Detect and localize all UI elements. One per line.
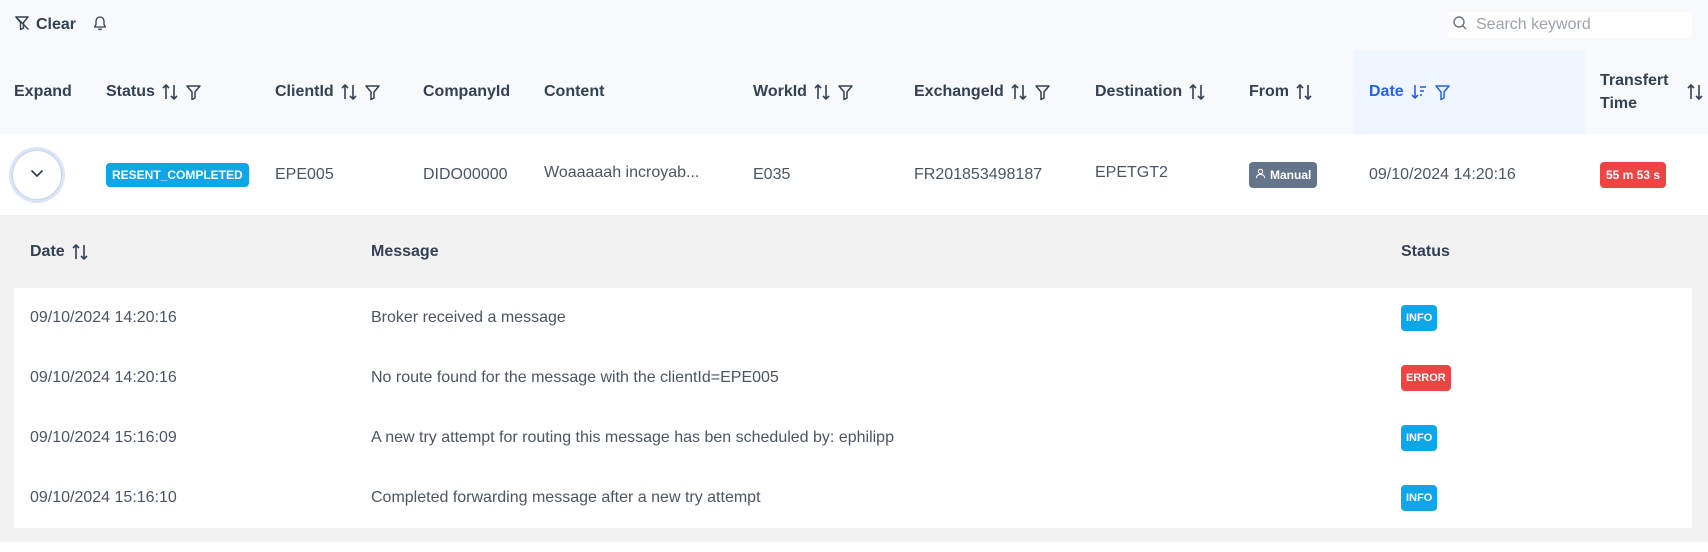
chevron-down-icon	[29, 165, 45, 186]
clear-filters-button[interactable]: Clear	[14, 12, 76, 38]
sort-icon[interactable]	[1686, 83, 1704, 101]
detail-status-badge: INFO	[1401, 305, 1438, 331]
detail-table-header: Date Message Status	[14, 216, 1692, 288]
detail-status: INFO	[1401, 408, 1438, 468]
companyid-cell: DIDO00000	[423, 166, 508, 183]
filter-icon[interactable]	[1034, 84, 1051, 101]
col-exchangeid: ExchangeId	[914, 50, 1051, 134]
col-content: Content	[544, 50, 604, 134]
col-exchangeid-label: ExchangeId	[914, 83, 1004, 100]
user-icon	[1255, 163, 1266, 187]
col-status: Status	[106, 50, 202, 134]
detail-status: INFO	[1401, 288, 1438, 348]
expand-cell	[12, 134, 62, 216]
col-from: From	[1249, 50, 1313, 134]
sort-icon[interactable]	[340, 83, 358, 101]
detail-status: INFO	[1401, 468, 1438, 528]
detail-date: 09/10/2024 15:16:10	[30, 489, 177, 506]
sort-desc-icon[interactable]	[1410, 83, 1428, 101]
col-clientid: ClientId	[275, 50, 381, 134]
transfert-time-badge: 55 m 53 s	[1600, 162, 1667, 188]
search-box	[1448, 12, 1692, 38]
from-badge: Manual	[1249, 162, 1318, 188]
search-icon	[1448, 15, 1468, 36]
detail-status-badge: ERROR	[1401, 365, 1451, 391]
detail-date: 09/10/2024 14:20:16	[30, 309, 177, 326]
sort-icon[interactable]	[813, 83, 831, 101]
detail-row: 09/10/2024 14:20:16 No route found for t…	[14, 348, 1692, 408]
detail-status-badge: INFO	[1401, 425, 1438, 451]
notifications-button[interactable]	[92, 12, 108, 38]
transfert-time-cell: 55 m 53 s	[1600, 134, 1667, 216]
sort-icon[interactable]	[1188, 83, 1206, 101]
col-transfert-line2: Time	[1600, 95, 1638, 112]
col-expand-label: Expand	[14, 83, 72, 100]
date-cell: 09/10/2024 14:20:16	[1369, 166, 1516, 183]
sort-icon[interactable]	[1295, 83, 1313, 101]
detail-row: 09/10/2024 15:16:10 Completed forwarding…	[14, 468, 1692, 528]
workid-cell: E035	[753, 166, 791, 183]
filter-icon[interactable]	[837, 84, 854, 101]
table-header: Expand Status ClientId CompanyId Content…	[0, 50, 1708, 134]
exchangeid-cell: FR201853498187	[914, 166, 1043, 183]
filter-icon[interactable]	[364, 84, 381, 101]
detail-message: Broker received a message	[371, 309, 566, 326]
filter-icon[interactable]	[1434, 84, 1451, 101]
sort-icon[interactable]	[1010, 83, 1028, 101]
detail-col-status: Status	[1401, 216, 1450, 288]
status-cell: RESENT_COMPLETED	[106, 134, 249, 216]
col-companyid-label: CompanyId	[423, 83, 511, 100]
col-transfert-label: Transfert Time	[1600, 69, 1680, 115]
status-badge: RESENT_COMPLETED	[106, 163, 249, 187]
col-destination: Destination	[1095, 50, 1206, 134]
col-transfert-time: Transfert Time	[1600, 50, 1704, 134]
col-expand: Expand	[14, 50, 72, 134]
col-date[interactable]: Date	[1353, 50, 1585, 134]
detail-table-body: 09/10/2024 14:20:16 Broker received a me…	[14, 288, 1692, 528]
col-status-label: Status	[106, 83, 155, 100]
col-destination-label: Destination	[1095, 83, 1183, 100]
content-cell: Woaaaaah incroyab...	[544, 164, 700, 181]
detail-row: 09/10/2024 14:20:16 Broker received a me…	[14, 288, 1692, 348]
detail-row: 09/10/2024 15:16:09 A new try attempt fo…	[14, 408, 1692, 468]
col-workid: WorkId	[753, 50, 854, 134]
sort-icon[interactable]	[161, 83, 179, 101]
from-label: Manual	[1270, 168, 1312, 182]
col-companyid: CompanyId	[423, 50, 510, 134]
table-row: RESENT_COMPLETED EPE005 DIDO00000 Woaaaa…	[0, 134, 1708, 216]
filter-icon[interactable]	[185, 84, 202, 101]
detail-col-date: Date	[30, 216, 89, 288]
search-input[interactable]	[1476, 16, 1676, 34]
filter-slash-icon	[14, 15, 30, 36]
clientid-cell: EPE005	[275, 166, 334, 183]
toolbar: Clear	[0, 0, 1708, 50]
detail-date: 09/10/2024 14:20:16	[30, 369, 177, 386]
col-clientid-label: ClientId	[275, 83, 334, 100]
col-from-label: From	[1249, 83, 1289, 100]
detail-date: 09/10/2024 15:16:09	[30, 429, 177, 446]
expand-row-button[interactable]	[12, 150, 62, 200]
bell-icon	[92, 15, 108, 36]
from-cell: Manual	[1249, 134, 1318, 216]
destination-cell: EPETGT2	[1095, 164, 1168, 181]
col-content-label: Content	[544, 83, 605, 100]
detail-col-date-label: Date	[30, 243, 65, 260]
detail-message: A new try attempt for routing this messa…	[371, 429, 894, 446]
detail-col-message: Message	[371, 216, 439, 288]
col-transfert-line1: Transfert	[1600, 72, 1669, 89]
col-date-label: Date	[1369, 83, 1404, 100]
expanded-detail-panel: Date Message Status 09/10/2024 14:20:16 …	[0, 216, 1708, 542]
detail-col-message-label: Message	[371, 243, 439, 260]
clear-label: Clear	[36, 16, 77, 33]
col-workid-label: WorkId	[753, 83, 807, 100]
detail-status: ERROR	[1401, 348, 1451, 408]
detail-col-status-label: Status	[1401, 243, 1450, 260]
detail-message: No route found for the message with the …	[371, 369, 779, 386]
sort-icon[interactable]	[71, 243, 89, 261]
detail-status-badge: INFO	[1401, 485, 1438, 511]
detail-message: Completed forwarding message after a new…	[371, 489, 761, 506]
